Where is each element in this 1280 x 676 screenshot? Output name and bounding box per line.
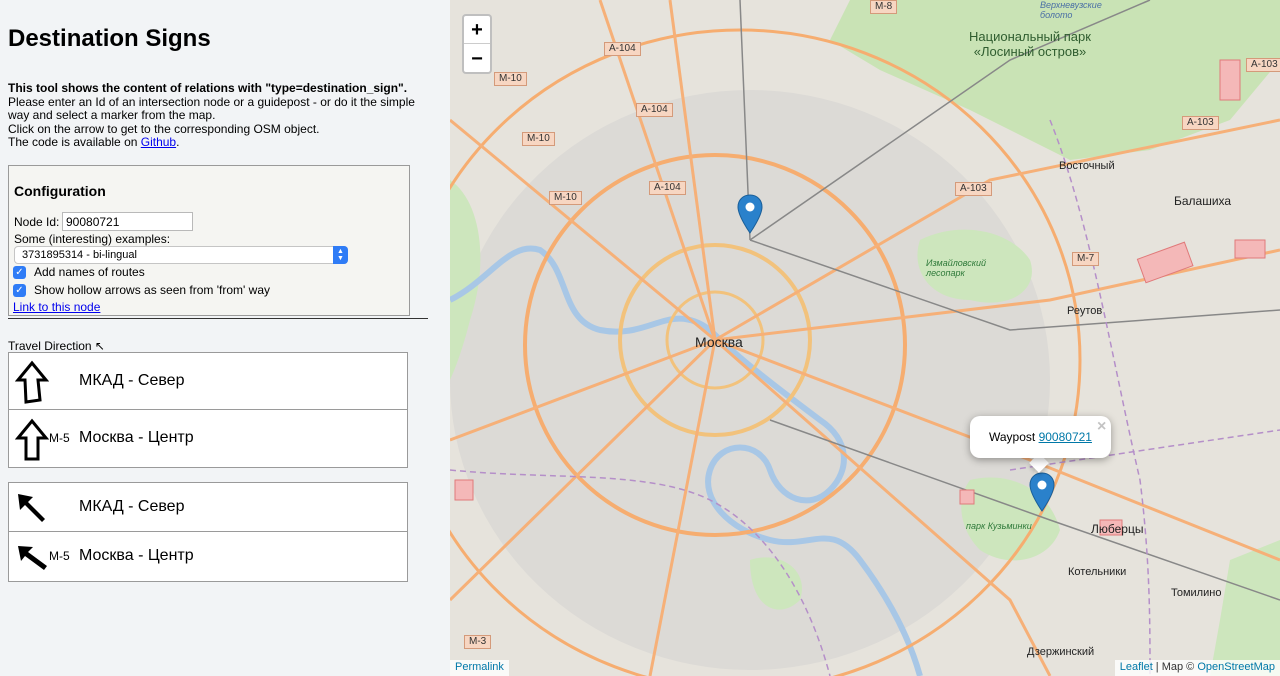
hollow-up-arrow-icon[interactable] xyxy=(15,418,49,462)
leaflet-link[interactable]: Leaflet xyxy=(1120,661,1153,673)
solid-up-left-arrow-icon[interactable] xyxy=(15,491,49,525)
road-label: A-103 xyxy=(955,182,992,196)
divider xyxy=(8,318,428,319)
city-label-tomilino: Томилино xyxy=(1171,587,1222,599)
permalink-link[interactable]: Permalink xyxy=(450,660,509,676)
road-label: M-3 xyxy=(464,635,492,649)
sign-block-solid: МКАД - Север M-5 Москва - Центр xyxy=(8,482,408,582)
road-label: M-10 xyxy=(494,72,527,86)
zoom-in-button[interactable]: + xyxy=(464,16,490,44)
road-label: A-104 xyxy=(604,42,641,56)
map-attribution: Leaflet | Map © OpenStreetMap xyxy=(1114,660,1280,676)
node-id-input[interactable] xyxy=(62,212,193,231)
intro-bold-line: This tool shows the content of relations… xyxy=(8,81,408,95)
map[interactable]: A-104 M-10 A-104 M-10 A-104 M-10 A-103 A… xyxy=(450,0,1280,676)
hollow-arrows-checkbox-label: Show hollow arrows as seen from 'from' w… xyxy=(34,283,270,297)
sign-destination: Москва - Центр xyxy=(79,429,194,446)
zoom-out-button[interactable]: − xyxy=(464,45,490,73)
hollow-up-arrow-icon[interactable] xyxy=(15,360,49,404)
road-label: M-8 xyxy=(870,0,898,14)
select-arrows-icon: ▲ ▼ xyxy=(333,246,348,264)
routes-checkbox-label: Add names of routes xyxy=(34,265,145,279)
attribution-middle: | Map © xyxy=(1152,661,1198,673)
sign-route-ref: M-5 xyxy=(49,549,70,563)
sign-destination: Москва - Центр xyxy=(79,547,194,564)
sign-destination: МКАД - Север xyxy=(79,372,185,389)
link-to-this-node[interactable]: Link to this node xyxy=(13,300,100,314)
park-label-izmaylovsky: Измайловский лесопарк xyxy=(926,258,987,278)
travel-direction-label: Travel Direction xyxy=(8,339,92,353)
examples-select[interactable]: 3731895314 - bi-lingual ▲ ▼ xyxy=(14,246,348,264)
travel-direction-arrow-icon: ↖ xyxy=(94,339,105,353)
label-verkhnevuzskoe: Верхневузские болото xyxy=(1040,0,1102,20)
intro-line-4: The code is available on Github. xyxy=(8,135,438,150)
sign-row[interactable]: МКАД - Север xyxy=(9,353,407,410)
city-label-lyubertsy: Люберцы xyxy=(1091,522,1144,536)
sign-route-ref: M-5 xyxy=(49,431,70,445)
intro-line-2: Please enter an Id of an intersection no… xyxy=(8,94,415,122)
city-label-balashikha: Балашиха xyxy=(1174,194,1232,208)
sign-row[interactable]: M-5 Москва - Центр xyxy=(9,410,407,467)
road-label: A-104 xyxy=(649,181,686,195)
map-tiles xyxy=(450,0,1280,676)
waypost-popup: Waypost 90080721 × xyxy=(970,416,1111,458)
map-marker-icon[interactable] xyxy=(1029,472,1055,512)
popup-node-link[interactable]: 90080721 xyxy=(1039,430,1092,444)
park-label-kuzminki: парк Кузьминки xyxy=(966,521,1032,531)
node-id-label: Node Id: xyxy=(14,215,60,229)
road-label: A-103 xyxy=(1246,58,1280,72)
openstreetmap-link[interactable]: OpenStreetMap xyxy=(1197,661,1275,673)
popup-prefix: Waypost xyxy=(989,430,1039,444)
city-label-vostochny: Восточный xyxy=(1059,160,1115,172)
close-icon[interactable]: × xyxy=(1097,418,1106,436)
sign-destination: МКАД - Север xyxy=(79,498,185,515)
routes-checkbox[interactable]: ✓ xyxy=(13,266,26,279)
road-label: A-104 xyxy=(636,103,673,117)
map-marker-icon[interactable] xyxy=(737,194,763,234)
examples-selected-value: 3731895314 - bi-lingual xyxy=(22,249,137,261)
page-title: Destination Signs xyxy=(8,25,211,52)
popup-text: Waypost 90080721 xyxy=(989,430,1092,444)
sign-row[interactable]: МКАД - Север xyxy=(9,483,407,532)
hollow-arrows-checkbox[interactable]: ✓ xyxy=(13,284,26,297)
city-label-moscow: Москва xyxy=(695,334,743,350)
road-label: M-10 xyxy=(522,132,555,146)
sign-row[interactable]: M-5 Москва - Центр xyxy=(9,532,407,581)
road-label: M-10 xyxy=(549,191,582,205)
intro-line-3: Click on the arrow to get to the corresp… xyxy=(8,121,320,136)
intro-text: This tool shows the content of relations… xyxy=(8,81,438,150)
configuration-box: Configuration Node Id: Some (interesting… xyxy=(8,165,410,316)
left-panel: Destination Signs This tool shows the co… xyxy=(0,0,450,676)
intro-line-4-suffix: . xyxy=(176,135,180,149)
city-label-dzerzhinsky: Дзержинский xyxy=(1027,646,1095,658)
travel-direction: Travel Direction ↖ xyxy=(8,339,105,353)
zoom-control: + − xyxy=(462,14,492,74)
github-link[interactable]: Github xyxy=(141,135,176,149)
road-label: A-103 xyxy=(1182,116,1219,130)
intro-line-4-prefix: The code is available on xyxy=(8,135,141,149)
city-label-kotelniki: Котельники xyxy=(1068,566,1127,578)
city-label-reutov: Реутов xyxy=(1067,305,1103,317)
solid-up-left-arrow-icon[interactable] xyxy=(15,540,49,574)
examples-label: Some (interesting) examples: xyxy=(14,232,171,246)
road-label: M-7 xyxy=(1072,252,1100,266)
configuration-title: Configuration xyxy=(14,183,106,199)
sign-block-hollow: МКАД - Север M-5 Москва - Центр xyxy=(8,352,408,468)
park-label-losiny-ostrov: Национальный парк «Лосиный остров» xyxy=(969,29,1091,59)
